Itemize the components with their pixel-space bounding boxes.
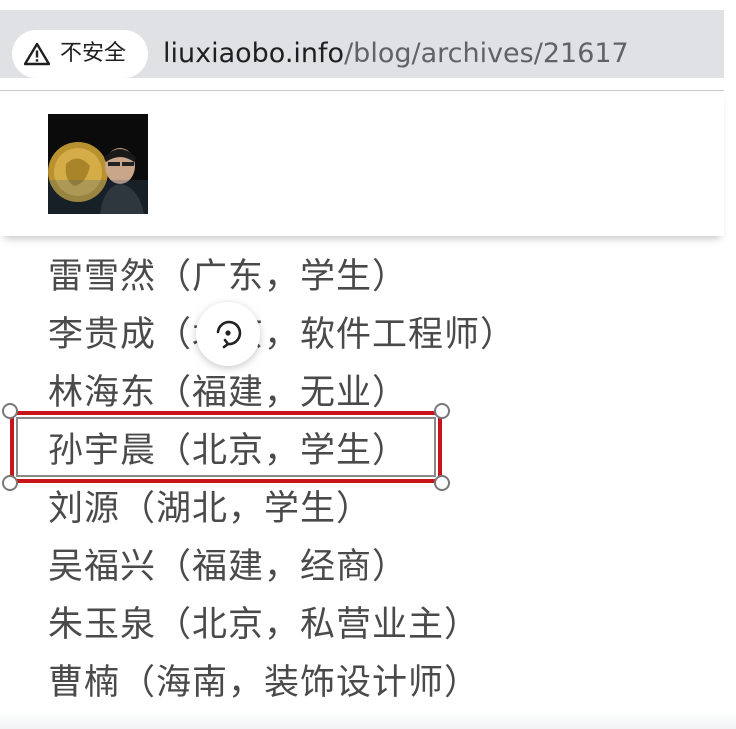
- page-edge: [724, 0, 736, 729]
- list-item: 朱玉泉（北京，私营业主）: [48, 605, 481, 645]
- url-path: /blog/archives/21617: [344, 38, 629, 69]
- resize-handle-bottom-right[interactable]: [434, 475, 450, 491]
- resize-handle-top-right[interactable]: [434, 403, 450, 419]
- list-item: 李贵成（北京，软件工程师）: [48, 315, 517, 355]
- list-item: 曹楠（海南，装饰设计师）: [48, 663, 481, 703]
- security-label: 不安全: [60, 41, 127, 66]
- rotate-icon: [216, 320, 242, 349]
- security-indicator[interactable]: 不安全: [12, 30, 148, 78]
- bottom-edge: [0, 712, 736, 729]
- url-text[interactable]: liuxiaobo.info/blog/archives/21617: [163, 30, 629, 78]
- site-header: [0, 91, 724, 236]
- url-host: liuxiaobo.info: [163, 38, 345, 69]
- nobel-medal-image: [48, 114, 148, 214]
- resize-handle-bottom-left[interactable]: [2, 475, 18, 491]
- warning-icon: [24, 42, 50, 66]
- address-bar[interactable]: 不安全 liuxiaobo.info/blog/archives/21617: [0, 10, 724, 78]
- browser-chrome: 不安全 liuxiaobo.info/blog/archives/21617: [0, 0, 724, 90]
- avatar[interactable]: [48, 114, 148, 214]
- list-item: 刘源（湖北，学生）: [48, 489, 373, 529]
- list-item: 吴福兴（福建，经商）: [48, 547, 409, 587]
- resize-handle-top-left[interactable]: [2, 403, 18, 419]
- rotate-button[interactable]: [196, 302, 260, 366]
- selection-box[interactable]: [10, 411, 442, 483]
- list-item: 雷雪然（广东，学生）: [48, 257, 409, 297]
